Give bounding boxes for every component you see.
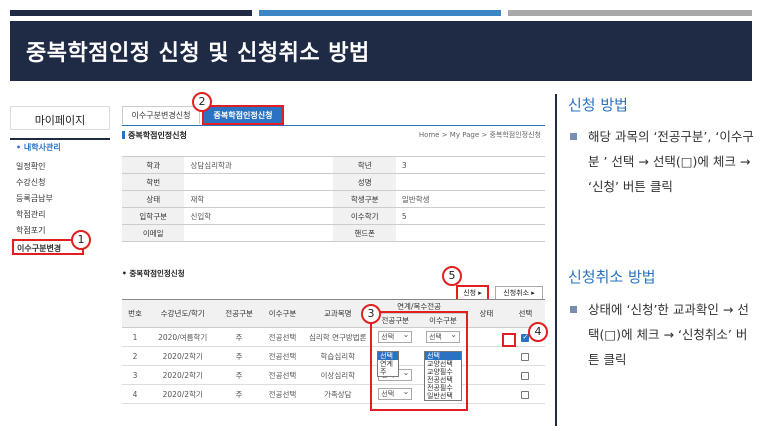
row-course: 이상심리학 <box>304 365 372 385</box>
row-term: 2020/2학기 <box>148 365 218 385</box>
info-label: 학년 <box>333 156 396 174</box>
row-status <box>466 365 506 385</box>
info-value: 신입학 <box>184 207 334 225</box>
info-label: 학번 <box>122 173 185 191</box>
course-table: 번호 수강년도/학기 전공구분 이수구분 교과목명 연계/복수전공 상태 선택 … <box>122 299 545 404</box>
top-decoration <box>10 10 752 16</box>
row-checkbox[interactable] <box>521 390 530 399</box>
table-row: 42020/2학기주전공선택가족상담선택선택 <box>122 384 545 404</box>
breadcrumb: Home > My Page > 중복학점인정신청 <box>418 131 541 139</box>
info-value <box>184 224 334 242</box>
decor-bar <box>10 10 252 16</box>
row-type: 전공선택 <box>260 346 305 366</box>
row-status <box>466 384 506 404</box>
row-number: 3 <box>122 365 149 385</box>
info-label: 학과 <box>122 156 185 174</box>
step-badge: 5 <box>442 266 462 286</box>
info-row: 이메일 핸드폰 <box>122 224 545 242</box>
select-cell <box>505 384 545 404</box>
select-cell <box>505 365 545 385</box>
column-header: 전공구분 <box>217 299 261 328</box>
info-value: 상담심리학과 <box>184 156 334 174</box>
row-number: 1 <box>122 327 149 347</box>
column-header: 번호 <box>122 299 149 328</box>
row-course: 학습심리학 <box>304 346 372 366</box>
info-value: 재학 <box>184 190 334 208</box>
row-status <box>466 346 506 366</box>
info-label: 성명 <box>333 173 396 191</box>
info-label: 입학구분 <box>122 207 185 225</box>
table-row: 2 2020/2학기 주 전공선택 학습심리학 <box>122 346 545 366</box>
sidebar-item-enroll[interactable]: 수강신청 <box>16 175 84 191</box>
table-row: 12020/여름학기주전공선택심리학 연구방법론선택선택 <box>122 327 545 347</box>
row-number: 4 <box>122 384 149 404</box>
column-header: 상태 <box>466 299 506 328</box>
tab-divider <box>122 125 545 126</box>
apply-heading: 신청 방법 <box>568 96 628 114</box>
info-row: 학과 상담심리학과 학년 3 <box>122 156 545 174</box>
row-type: 전공선택 <box>260 384 305 404</box>
info-label: 이메일 <box>122 224 185 242</box>
highlight-selects <box>370 311 468 411</box>
info-row: 상태 재학 학생구분 일반학생 <box>122 190 545 208</box>
row-term: 2020/여름학기 <box>148 327 218 347</box>
row-major: 주 <box>217 384 261 404</box>
row-checkbox[interactable] <box>521 352 530 361</box>
row-type: 전공선택 <box>260 327 305 347</box>
sidebar-title: 마이페이지 <box>10 106 110 130</box>
info-label: 학생구분 <box>333 190 396 208</box>
row-status <box>466 327 506 347</box>
row-checkbox[interactable] <box>521 371 530 380</box>
row-term: 2020/2학기 <box>148 384 218 404</box>
section-title: • 중복학점인정신청 <box>122 269 185 278</box>
sidebar-title-box: 마이페이지 <box>10 106 110 140</box>
slide-title: 중복학점인정 신청 및 신청취소 방법 <box>26 41 370 66</box>
decor-bar <box>259 10 501 16</box>
column-header: 이수구분 <box>260 299 305 328</box>
screenshot-area: 마이페이지 • 내학사관리 일정확인 수강신청 등록금납부 학점관리 학점포기 … <box>10 92 548 431</box>
info-value <box>395 173 545 191</box>
apply-text: 해당 과목의 ‘전공구분’, ‘이수구분 ’ 선택 → 선택(□)에 체크 → … <box>568 124 756 199</box>
highlight-checkbox <box>502 333 516 347</box>
sidebar-item-credits[interactable]: 학점관리 <box>16 207 84 223</box>
table-row: 32020/2학기주전공선택이상심리학선택 <box>122 365 545 385</box>
row-number: 2 <box>122 346 149 366</box>
tab-change-type[interactable]: 이수구분변경신청 <box>122 106 200 124</box>
sidebar-item-tuition[interactable]: 등록금납부 <box>16 191 84 207</box>
info-label: 이수학기 <box>333 207 396 225</box>
info-label: 핸드폰 <box>333 224 396 242</box>
info-value: 3 <box>395 156 545 174</box>
info-row: 학번 성명 <box>122 173 545 191</box>
row-major: 주 <box>217 346 261 366</box>
student-info-table: 학과 상담심리학과 학년 3 학번 성명 상태 재학 학생구분 일반학생 입학구분 신입학 이수학기 5 이… <box>122 156 545 242</box>
cancel-heading: 신청취소 방법 <box>568 268 656 286</box>
row-type: 전공선택 <box>260 365 305 385</box>
info-row: 입학구분 신입학 이수학기 5 <box>122 207 545 225</box>
step-badge: 1 <box>71 230 91 250</box>
vertical-divider <box>555 94 557 426</box>
info-label: 상태 <box>122 190 185 208</box>
sidebar-group[interactable]: • 내학사관리 <box>16 142 84 153</box>
row-major: 주 <box>217 327 261 347</box>
column-header: 수강년도/학기 <box>148 299 218 328</box>
row-term: 2020/2학기 <box>148 346 218 366</box>
step-badge: 3 <box>361 304 381 324</box>
step-badge: 2 <box>192 92 212 112</box>
slide-header: 중복학점인정 신청 및 신청취소 방법 <box>10 21 752 81</box>
page-title: 중복학점인정신청 <box>122 130 187 141</box>
info-value: 일반학생 <box>395 190 545 208</box>
info-value: 5 <box>395 207 545 225</box>
sidebar-item-schedule[interactable]: 일정확인 <box>16 159 84 175</box>
step-badge: 4 <box>528 322 548 342</box>
tab-duplicate-credit[interactable]: 중복학점인정신청 <box>202 105 284 125</box>
row-major: 주 <box>217 365 261 385</box>
select-cell <box>505 346 545 366</box>
cancel-text: 상태에 ‘신청’한 교과확인 → 선택(□)에 체크 → ‘신청취소’ 버튼 클… <box>568 297 756 372</box>
row-course: 심리학 연구방법론 <box>304 327 372 347</box>
info-value <box>184 173 334 191</box>
info-value <box>395 224 545 242</box>
decor-bar <box>508 10 752 16</box>
row-course: 가족상담 <box>304 384 372 404</box>
